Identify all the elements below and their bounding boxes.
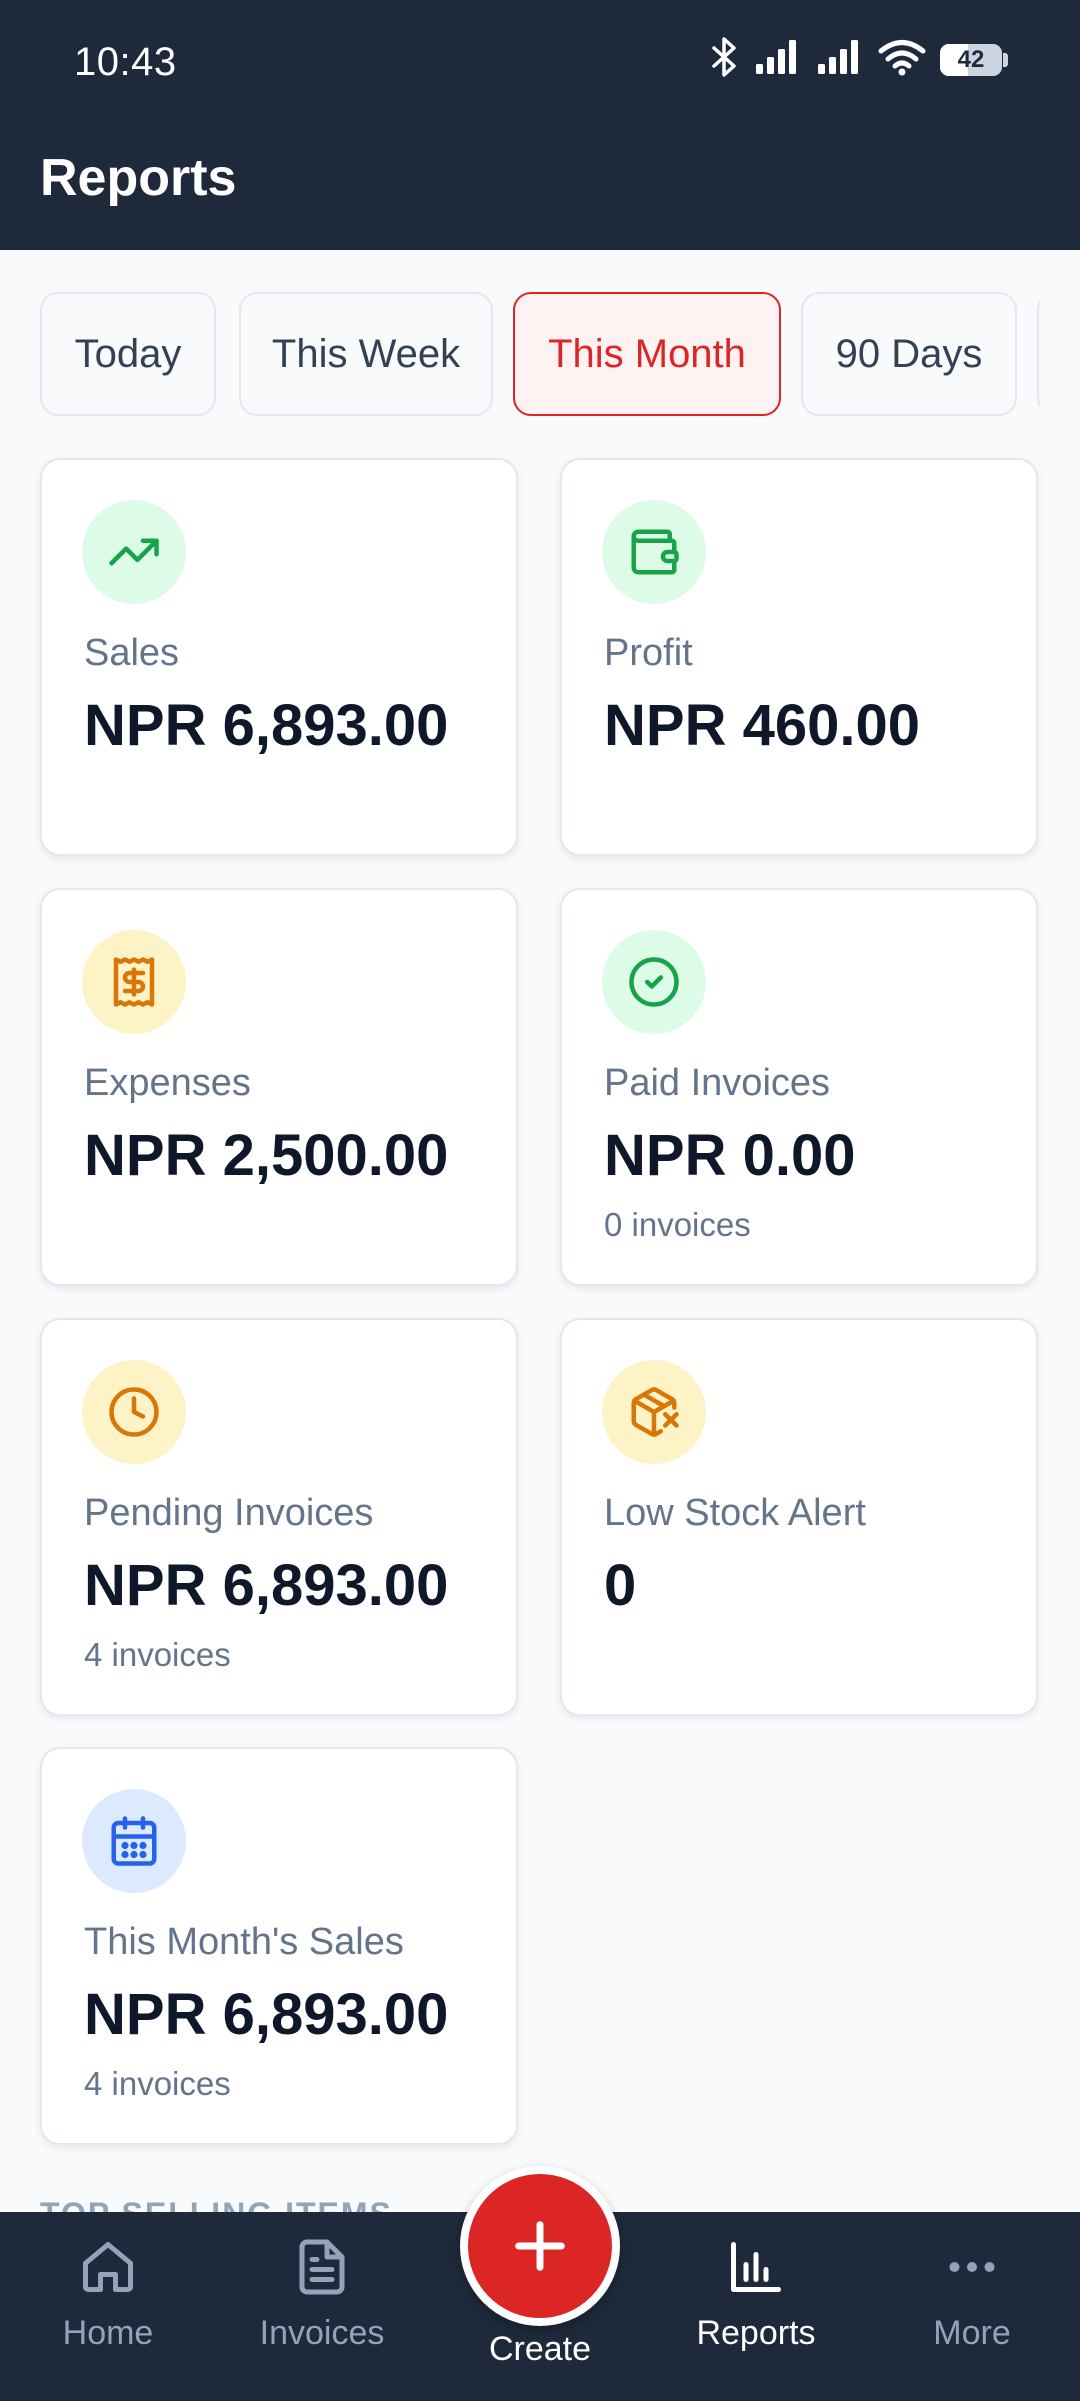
sales-card[interactable]: Sales NPR 6,893.00 — [40, 458, 518, 856]
signal-icon — [754, 38, 802, 81]
card-label: Low Stock Alert — [604, 1492, 866, 1534]
date-range-filters: Today This Week This Month 90 Days — [40, 290, 1040, 418]
card-label: Paid Invoices — [604, 1062, 831, 1104]
filter-90-days-label: 90 Days — [835, 331, 983, 376]
page-title: Reports — [40, 149, 237, 207]
card-subtext: 4 invoices — [84, 2065, 231, 2102]
battery-level: 42 — [957, 45, 985, 73]
nav-invoices-label: Invoices — [259, 2314, 385, 2352]
card-subtext: 0 invoices — [604, 1206, 751, 1243]
profit-card[interactable]: Profit NPR 460.00 — [560, 458, 1038, 856]
trending-up-icon — [82, 500, 186, 604]
card-value: NPR 6,893.00 — [84, 1982, 449, 2047]
package-x-icon — [602, 1360, 706, 1464]
card-value: NPR 0.00 — [604, 1123, 856, 1188]
card-value: 0 — [604, 1553, 637, 1618]
filter-today-label: Today — [74, 331, 182, 376]
bluetooth-icon — [710, 36, 740, 83]
filter-this-month-label: This Month — [548, 331, 746, 376]
receipt-icon — [82, 930, 186, 1034]
calendar-icon — [82, 1789, 186, 1893]
this-months-sales-card[interactable]: This Month's Sales NPR 6,893.00 4 invoic… — [40, 1747, 518, 2145]
card-subtext: 4 invoices — [84, 1636, 231, 1673]
nav-invoices[interactable]: Invoices — [222, 2212, 422, 2401]
nav-reports[interactable]: Reports — [656, 2212, 856, 2401]
filter-today[interactable]: Today — [40, 292, 216, 416]
filter-this-week[interactable]: This Week — [239, 292, 493, 416]
nav-reports-label: Reports — [696, 2314, 816, 2352]
bar-chart-icon — [726, 2232, 786, 2302]
filter-this-month[interactable]: This Month — [513, 292, 781, 416]
filter-this-week-label: This Week — [271, 331, 461, 376]
plus-icon — [515, 2221, 565, 2271]
wifi-icon — [878, 38, 926, 81]
paid-invoices-card[interactable]: Paid Invoices NPR 0.00 0 invoices — [560, 888, 1038, 1286]
expenses-card[interactable]: Expenses NPR 2,500.00 — [40, 888, 518, 1286]
nav-more[interactable]: More — [872, 2212, 1072, 2401]
more-horizontal-icon — [942, 2232, 1002, 2302]
card-value: NPR 460.00 — [604, 693, 920, 758]
check-circle-icon — [602, 930, 706, 1034]
clock-icon — [82, 1360, 186, 1464]
card-label: Expenses — [84, 1062, 251, 1104]
app-header: 10:43 42 Reports — [0, 0, 1080, 250]
wallet-icon — [602, 500, 706, 604]
file-text-icon — [292, 2232, 352, 2302]
create-label: Create — [488, 2330, 592, 2368]
card-value: NPR 6,893.00 — [84, 1553, 449, 1618]
signal-icon-2 — [816, 38, 864, 81]
pending-invoices-card[interactable]: Pending Invoices NPR 6,893.00 4 invoices — [40, 1318, 518, 1716]
card-value: NPR 6,893.00 — [84, 693, 449, 758]
home-icon — [78, 2232, 138, 2302]
card-label: Sales — [84, 632, 180, 674]
card-label: Profit — [604, 632, 693, 674]
battery-icon: 42 — [940, 41, 1010, 79]
filter-next-chip[interactable] — [1037, 292, 1040, 416]
filter-90-days[interactable]: 90 Days — [801, 292, 1017, 416]
status-time: 10:43 — [74, 40, 177, 84]
status-icons: 42 — [710, 36, 1010, 83]
card-value: NPR 2,500.00 — [84, 1123, 449, 1188]
card-label: Pending Invoices — [84, 1492, 374, 1534]
nav-more-label: More — [933, 2314, 1011, 2352]
nav-home-label: Home — [62, 2314, 154, 2352]
card-label: This Month's Sales — [84, 1921, 404, 1963]
nav-home[interactable]: Home — [8, 2212, 208, 2401]
create-button[interactable] — [460, 2166, 620, 2326]
low-stock-card[interactable]: Low Stock Alert 0 — [560, 1318, 1038, 1716]
